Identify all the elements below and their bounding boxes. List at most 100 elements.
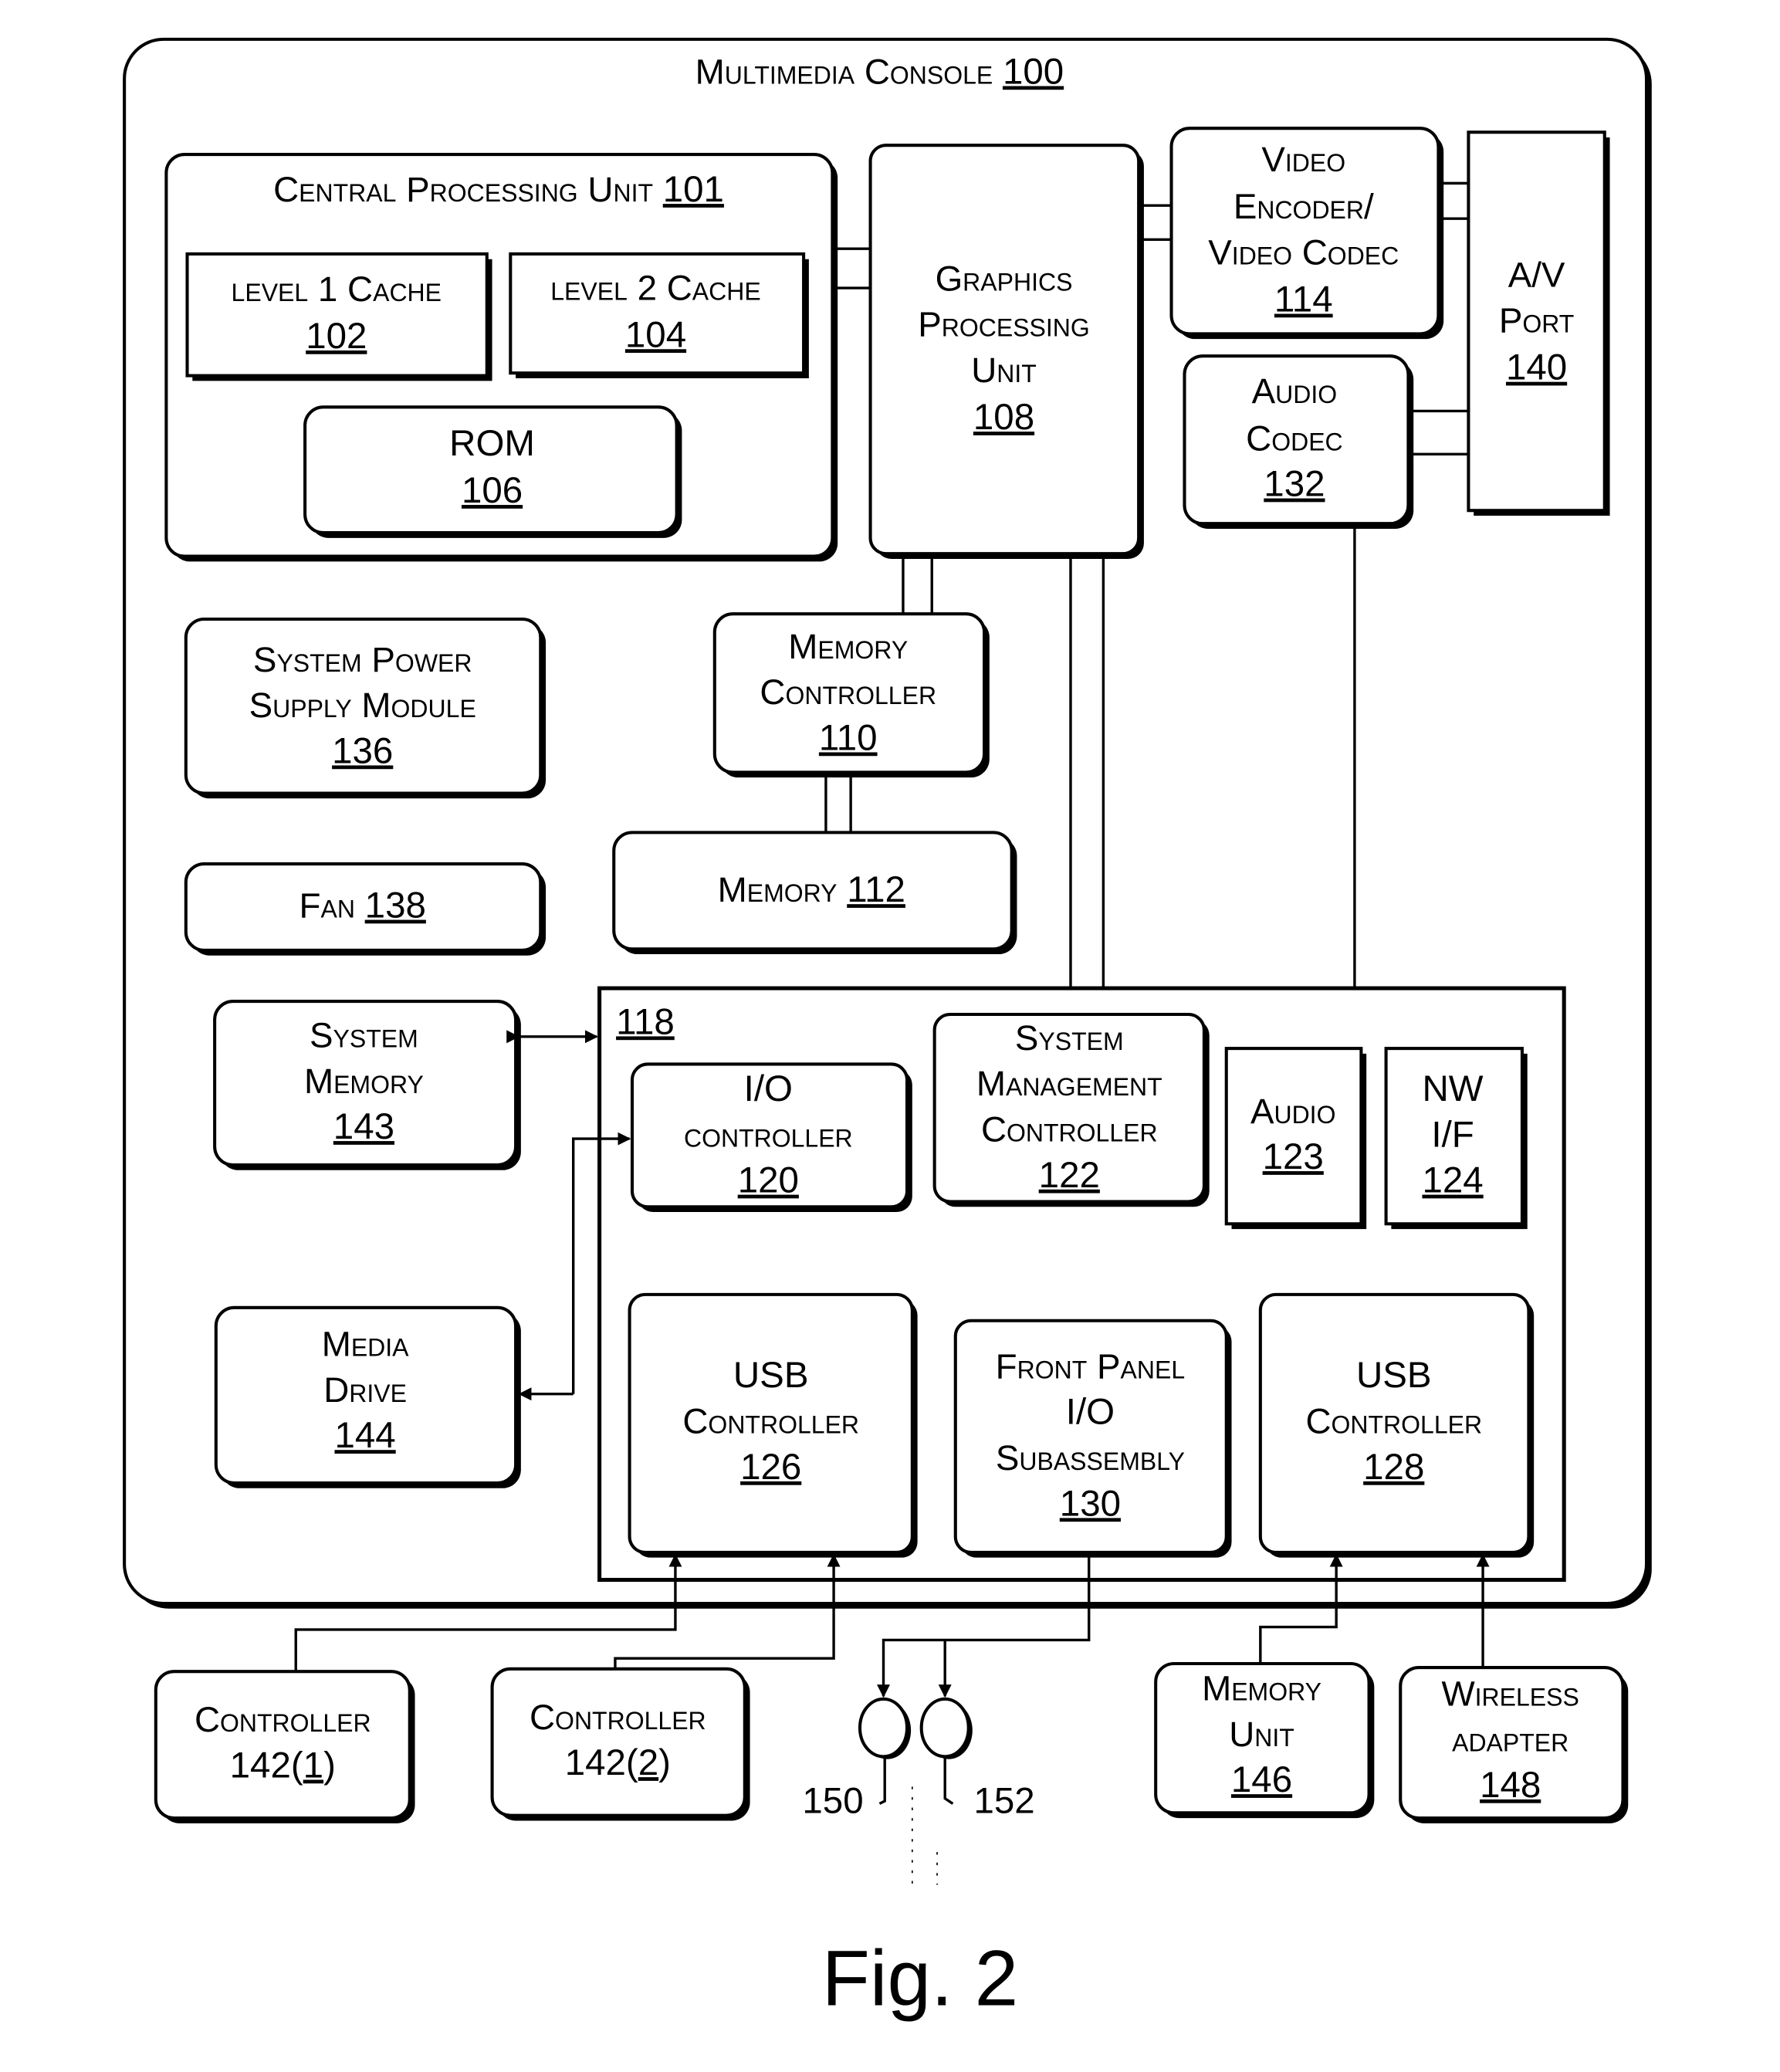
av-port-label-2: Port (1499, 301, 1575, 340)
io-controller-label-2: controller (684, 1115, 853, 1154)
memory-unit-block: Memory Unit 146 (1154, 1661, 1375, 1819)
console-title: Multimedia Console 100 (695, 52, 1064, 93)
controller-2-block: Controller 142(2) (490, 1667, 750, 1821)
power-supply-label-1: System Power (253, 640, 472, 679)
smc-ref: 122 (1039, 1155, 1100, 1196)
usb-controller-126-block: USB Controller 126 (628, 1292, 918, 1558)
wireless-adapter-label-2: adapter (1452, 1720, 1568, 1759)
video-encoder-ref: 114 (1274, 279, 1333, 320)
wireless-adapter-ref: 148 (1480, 1765, 1541, 1806)
power-supply-block: System Power Supply Module 136 (184, 617, 547, 799)
video-encoder-label-1: Video (1261, 140, 1345, 179)
av-port-label-1: A/V (1508, 255, 1565, 294)
media-drive-label-1: Media (322, 1325, 409, 1364)
smc-block: System Management Controller 122 (932, 1012, 1210, 1207)
usb-126-ref: 126 (740, 1447, 801, 1488)
gpu-ref: 108 (973, 397, 1034, 438)
module-ref: 118 (616, 1001, 675, 1042)
video-encoder-label-3: Video Codec (1208, 232, 1399, 272)
usb-128-label-2: Controller (1305, 1402, 1482, 1441)
cpu-title: Central Processing Unit 101 (273, 169, 724, 210)
io-controller-block: I/O controller 120 (630, 1062, 912, 1213)
smc-label-3: Controller (981, 1109, 1158, 1149)
figure-caption: Fig. 2 (822, 1935, 1018, 2023)
controller-1-ref: 142(1) (230, 1745, 336, 1786)
nw-if-label-2: I/F (1431, 1114, 1474, 1155)
l1-cache-label: level 1 Cache (232, 269, 442, 309)
rom-block: ROM 106 (303, 405, 682, 538)
media-drive-block: Media Drive 144 (214, 1305, 521, 1488)
power-supply-ref: 136 (332, 730, 393, 771)
audio-codec-ref: 132 (1264, 464, 1325, 505)
l1-cache-block: level 1 Cache 102 (185, 252, 492, 381)
l2-cache-block: level 2 Cache 104 (509, 252, 809, 379)
io-controller-label-1: I/O (744, 1068, 793, 1109)
nw-if-block: NW I/F 124 (1384, 1047, 1528, 1230)
nw-if-label-1: NW (1423, 1068, 1484, 1109)
fan-block: Fan 138 (184, 862, 547, 956)
wireless-adapter-block: Wireless adapter 148 (1399, 1666, 1629, 1823)
system-memory-label-2: Memory (304, 1061, 424, 1101)
usb-128-label-1: USB (1356, 1355, 1432, 1396)
controller-2-ref: 142(2) (565, 1742, 671, 1783)
controller-2-label: Controller (530, 1698, 706, 1737)
io-controller-ref: 120 (738, 1160, 799, 1201)
memory-controller-ref: 110 (819, 718, 878, 759)
front-panel-ref: 130 (1060, 1483, 1121, 1524)
memory-unit-label-2: Unit (1229, 1715, 1294, 1754)
av-port-block: A/V Port 140 (1467, 130, 1610, 516)
front-panel-label-1: Front Panel (996, 1346, 1185, 1386)
nw-if-ref: 124 (1422, 1160, 1483, 1201)
system-memory-block: System Memory 143 (213, 1000, 521, 1170)
eject-button-152 (919, 1697, 970, 1759)
memory-unit-ref: 146 (1231, 1759, 1292, 1800)
front-panel-block: Front Panel I/O Subassembly 130 (953, 1319, 1232, 1558)
usb-128-ref: 128 (1363, 1447, 1424, 1488)
l1-cache-ref: 102 (306, 316, 367, 357)
memory-block: Memory 112 (612, 831, 1017, 955)
gpu-block: Graphics Processing Unit 108 (868, 144, 1144, 559)
av-port-ref: 140 (1506, 347, 1567, 388)
gpu-label-3: Unit (971, 350, 1037, 390)
block-diagram: Multimedia Console 100 Central Processin… (123, 37, 1652, 2023)
fan-label: Fan 138 (299, 885, 426, 926)
audio-unit-block: Audio 123 (1224, 1047, 1367, 1230)
gpu-label-2: Processing (918, 305, 1090, 344)
controller-1-label: Controller (195, 1700, 371, 1739)
audio-codec-label-2: Codec (1246, 418, 1343, 458)
front-panel-label-2: I/O (1066, 1392, 1115, 1433)
ref-152: 152 (974, 1780, 1035, 1821)
l2-cache-label: level 2 Cache (550, 268, 760, 307)
leader-150 (878, 1756, 886, 1805)
system-memory-ref: 143 (333, 1106, 394, 1147)
media-drive-label-2: Drive (323, 1370, 407, 1410)
media-drive-ref: 144 (334, 1415, 395, 1456)
power-supply-label-2: Supply Module (249, 686, 476, 725)
rom-ref: 106 (462, 470, 523, 511)
usb-126-label-2: Controller (682, 1402, 859, 1441)
front-panel-label-3: Subassembly (996, 1438, 1185, 1478)
audio-codec-label-1: Audio (1252, 371, 1338, 411)
usb-126-label-1: USB (733, 1355, 809, 1396)
video-encoder-block: Video Encoder/ Video Codec 114 (1169, 127, 1444, 340)
memory-unit-label-1: Memory (1202, 1668, 1321, 1708)
controller-1-block: Controller 142(1) (154, 1670, 415, 1823)
leader-152 (943, 1756, 954, 1805)
power-button-150 (858, 1697, 909, 1759)
smc-label-2: Management (976, 1064, 1162, 1103)
memory-label: Memory 112 (718, 869, 905, 910)
ref-150: 150 (802, 1780, 863, 1821)
system-memory-label-1: System (310, 1015, 418, 1055)
audio-unit-ref: 123 (1263, 1136, 1324, 1177)
wireless-adapter-label-1: Wireless (1441, 1674, 1579, 1713)
audio-unit-label: Audio (1250, 1092, 1336, 1131)
memory-controller-label-1: Memory (788, 627, 908, 666)
usb-controller-128-block: USB Controller 128 (1258, 1292, 1535, 1558)
rom-label: ROM (449, 423, 535, 464)
memory-controller-label-2: Controller (760, 672, 936, 712)
gpu-label-1: Graphics (936, 259, 1073, 298)
video-encoder-label-2: Encoder/ (1233, 187, 1374, 226)
l2-cache-ref: 104 (625, 314, 686, 355)
smc-label-1: System (1015, 1018, 1124, 1058)
audio-codec-block: Audio Codec 132 (1183, 354, 1414, 529)
